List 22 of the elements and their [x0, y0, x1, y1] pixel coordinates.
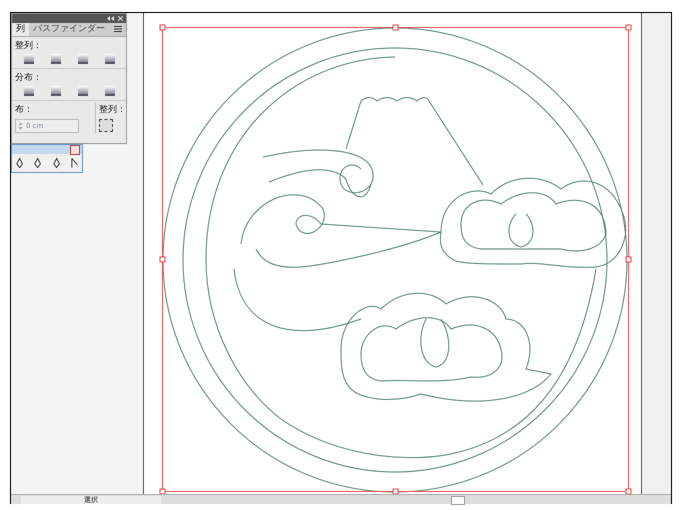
pen-tool-icon[interactable]: [15, 157, 24, 169]
arrow-icon[interactable]: [70, 157, 79, 169]
panel-menu-icon[interactable]: [114, 26, 122, 32]
section-label: 整列 :: [99, 104, 123, 116]
panel-tab[interactable]: 列: [12, 23, 29, 36]
close-icon[interactable]: [70, 145, 80, 155]
align-icon[interactable]: [50, 54, 60, 64]
align-icon[interactable]: [78, 54, 88, 64]
distribute-icon[interactable]: [24, 86, 34, 96]
panel-tab[interactable]: パスファインダー: [29, 23, 109, 36]
section-label: 整列 :: [15, 40, 40, 52]
align-icon[interactable]: [24, 54, 34, 64]
section-label: 分布 :: [15, 72, 40, 84]
pen-tool-icon[interactable]: [33, 157, 42, 169]
align-to-dropdown[interactable]: [99, 119, 114, 132]
align-icon[interactable]: [104, 54, 114, 64]
collapse-icon[interactable]: [107, 16, 114, 21]
distribute-icon[interactable]: [78, 86, 88, 96]
pen-tool-icon[interactable]: [52, 157, 61, 169]
distribute-icon[interactable]: [50, 86, 60, 96]
section-label: 布 :: [15, 105, 30, 115]
distribute-icon[interactable]: [104, 86, 114, 96]
